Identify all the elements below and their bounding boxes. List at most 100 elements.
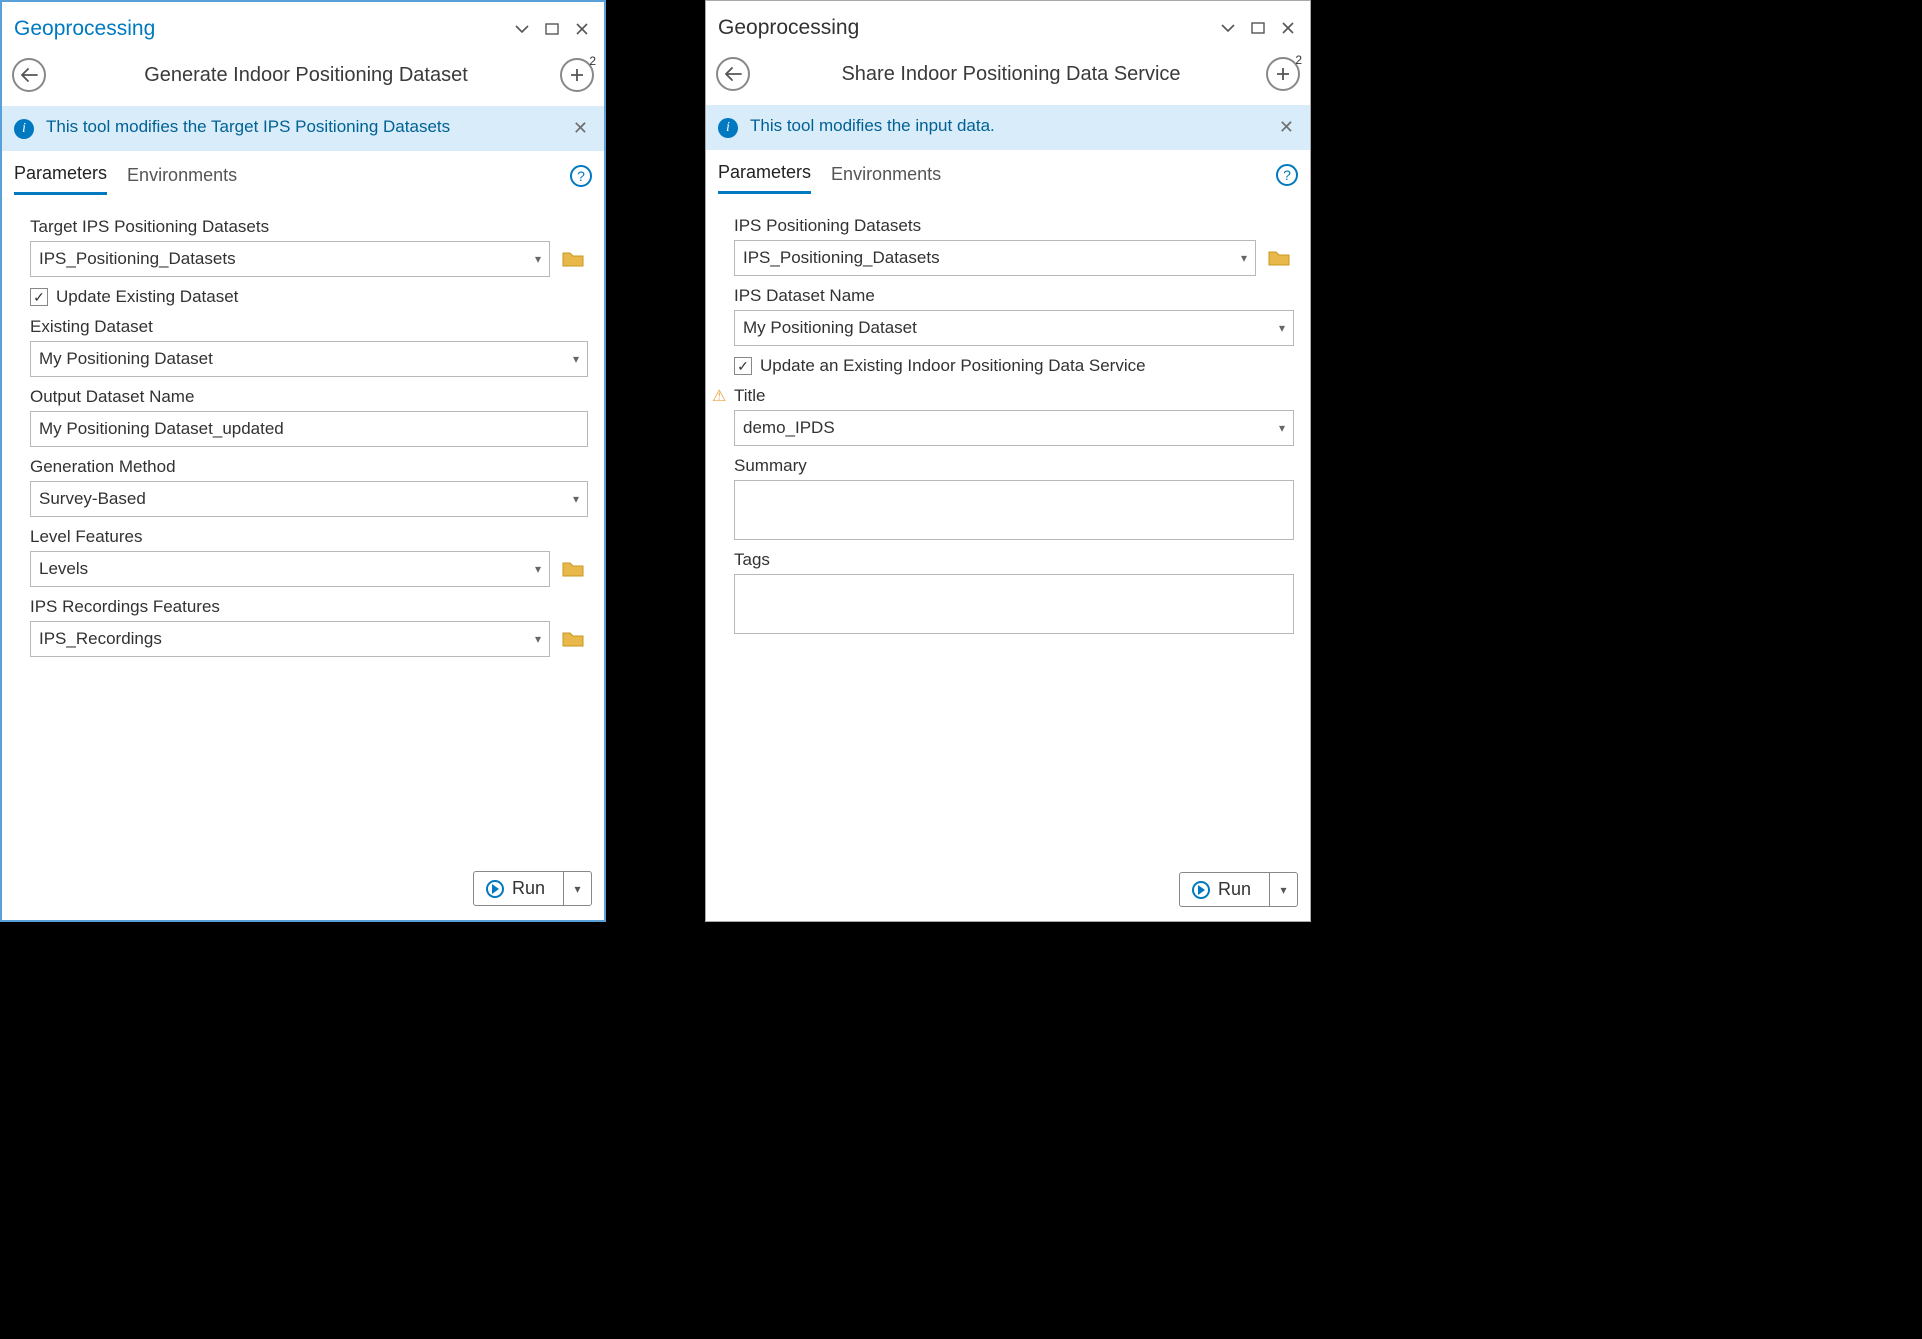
banner-close-button[interactable]: ✕ (1275, 115, 1298, 140)
combo-existing-dataset[interactable]: My Positioning Dataset ▾ (30, 341, 588, 377)
combo-existing-value: My Positioning Dataset (39, 349, 213, 369)
geoprocessing-pane-share: Geoprocessing Share Indoor Positioning D… (705, 0, 1311, 922)
label-existing-dataset: Existing Dataset (30, 317, 588, 337)
browse-button-target[interactable] (558, 241, 588, 277)
play-icon (1192, 881, 1210, 899)
label-generation-method: Generation Method (30, 457, 588, 477)
back-button[interactable] (12, 58, 46, 92)
tab-parameters[interactable]: Parameters (718, 156, 811, 194)
combo-generation-method[interactable]: Survey-Based ▾ (30, 481, 588, 517)
info-icon: i (718, 118, 738, 138)
browse-button-level[interactable] (558, 551, 588, 587)
label-summary: Summary (734, 456, 1294, 476)
run-dropdown[interactable]: ▾ (563, 872, 591, 905)
help-button[interactable]: ? (1276, 164, 1298, 186)
tab-environments[interactable]: Environments (831, 158, 941, 193)
combo-ips-value: IPS_Positioning_Datasets (743, 248, 940, 268)
textarea-tags[interactable] (734, 574, 1294, 634)
close-icon[interactable] (570, 17, 594, 41)
input-output-value: My Positioning Dataset_updated (39, 419, 284, 439)
combo-recordings-value: IPS_Recordings (39, 629, 162, 649)
parameters-body: Target IPS Positioning Datasets IPS_Posi… (2, 195, 604, 861)
label-ips-recordings: IPS Recordings Features (30, 597, 588, 617)
tool-header: Share Indoor Positioning Data Service 2 (706, 51, 1310, 105)
run-label: Run (512, 878, 545, 899)
combo-title[interactable]: demo_IPDS ▾ (734, 410, 1294, 446)
pane-title: Geoprocessing (718, 16, 1210, 40)
label-output-name: Output Dataset Name (30, 387, 588, 407)
chevron-down-icon: ▾ (573, 352, 579, 366)
combo-level-features[interactable]: Levels ▾ (30, 551, 550, 587)
run-button-group: Run ▾ (473, 871, 592, 906)
badge-count: 2 (589, 54, 596, 68)
open-another-button[interactable]: 2 (1266, 57, 1300, 91)
tab-parameters[interactable]: Parameters (14, 157, 107, 195)
titlebar: Geoprocessing (706, 1, 1310, 51)
checkbox-icon: ✓ (734, 357, 752, 375)
combo-name-value: My Positioning Dataset (743, 318, 917, 338)
dropdown-icon[interactable] (510, 17, 534, 41)
checkbox-label: Update an Existing Indoor Positioning Da… (760, 356, 1146, 376)
maximize-icon[interactable] (1246, 16, 1270, 40)
tabs: Parameters Environments ? (2, 151, 604, 195)
combo-dataset-name[interactable]: My Positioning Dataset ▾ (734, 310, 1294, 346)
combo-ips-datasets[interactable]: IPS_Positioning_Datasets ▾ (734, 240, 1256, 276)
run-button-group: Run ▾ (1179, 872, 1298, 907)
banner-close-button[interactable]: ✕ (569, 116, 592, 141)
label-target-ips: Target IPS Positioning Datasets (30, 217, 588, 237)
play-icon (486, 880, 504, 898)
textarea-summary[interactable] (734, 480, 1294, 540)
checkbox-update-service[interactable]: ✓ Update an Existing Indoor Positioning … (734, 356, 1294, 376)
dropdown-icon[interactable] (1216, 16, 1240, 40)
label-dataset-name: IPS Dataset Name (734, 286, 1294, 306)
open-another-button[interactable]: 2 (560, 58, 594, 92)
help-button[interactable]: ? (570, 165, 592, 187)
checkbox-label: Update Existing Dataset (56, 287, 238, 307)
run-button[interactable]: Run (474, 872, 563, 905)
info-text: This tool modifies the input data. (750, 115, 1263, 138)
run-button[interactable]: Run (1180, 873, 1269, 906)
tool-title: Generate Indoor Positioning Dataset (60, 64, 552, 87)
tool-title: Share Indoor Positioning Data Service (764, 63, 1258, 86)
combo-genmethod-value: Survey-Based (39, 489, 146, 509)
geoprocessing-pane-generate: Geoprocessing Generate Indoor Positionin… (0, 0, 606, 922)
checkbox-update-existing[interactable]: ✓ Update Existing Dataset (30, 287, 588, 307)
combo-title-value: demo_IPDS (743, 418, 835, 438)
chevron-down-icon: ▾ (535, 252, 541, 266)
info-icon: i (14, 119, 34, 139)
browse-button-ips[interactable] (1264, 240, 1294, 276)
combo-ips-recordings[interactable]: IPS_Recordings ▾ (30, 621, 550, 657)
label-tags: Tags (734, 550, 1294, 570)
titlebar: Geoprocessing (2, 2, 604, 52)
info-banner: i This tool modifies the Target IPS Posi… (2, 106, 604, 151)
chevron-down-icon: ▾ (1279, 421, 1285, 435)
warning-icon: ⚠ (712, 386, 728, 406)
badge-count: 2 (1295, 53, 1302, 67)
run-label: Run (1218, 879, 1251, 900)
combo-target-ips-value: IPS_Positioning_Datasets (39, 249, 236, 269)
run-dropdown[interactable]: ▾ (1269, 873, 1297, 906)
chevron-down-icon: ▾ (1279, 321, 1285, 335)
label-level-features: Level Features (30, 527, 588, 547)
chevron-down-icon: ▾ (535, 632, 541, 646)
tabs: Parameters Environments ? (706, 150, 1310, 194)
chevron-down-icon: ▾ (535, 562, 541, 576)
pane-title: Geoprocessing (14, 17, 504, 41)
parameters-body: IPS Positioning Datasets IPS_Positioning… (706, 194, 1310, 862)
browse-button-recordings[interactable] (558, 621, 588, 657)
tab-environments[interactable]: Environments (127, 159, 237, 194)
footer: Run ▾ (2, 861, 604, 920)
tool-header: Generate Indoor Positioning Dataset 2 (2, 52, 604, 106)
checkbox-icon: ✓ (30, 288, 48, 306)
label-ips-datasets: IPS Positioning Datasets (734, 216, 1294, 236)
back-button[interactable] (716, 57, 750, 91)
chevron-down-icon: ▾ (1241, 251, 1247, 265)
combo-target-ips[interactable]: IPS_Positioning_Datasets ▾ (30, 241, 550, 277)
footer: Run ▾ (706, 862, 1310, 921)
label-title: ⚠ Title (734, 386, 1294, 406)
input-output-name[interactable]: My Positioning Dataset_updated (30, 411, 588, 447)
maximize-icon[interactable] (540, 17, 564, 41)
close-icon[interactable] (1276, 16, 1300, 40)
info-banner: i This tool modifies the input data. ✕ (706, 105, 1310, 150)
info-text: This tool modifies the Target IPS Positi… (46, 116, 557, 139)
